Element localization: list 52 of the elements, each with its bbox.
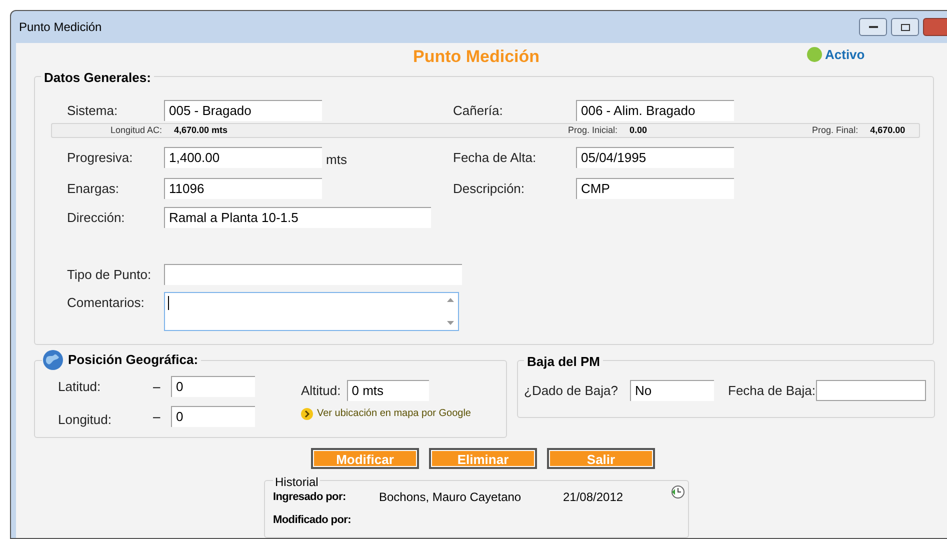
field-label: Progresiva: xyxy=(67,148,134,167)
entry-date: 21/08/2012 xyxy=(563,489,624,506)
sign-label: – xyxy=(153,408,162,426)
field-label: Altitud: xyxy=(301,382,341,400)
history-icon[interactable] xyxy=(671,485,685,499)
input-field[interactable]: 0 xyxy=(171,406,255,427)
comments-field[interactable] xyxy=(164,292,459,331)
field-label: Fecha de Baja: xyxy=(728,382,816,400)
field-label: Longitud: xyxy=(58,410,112,429)
strip-label: Prog. Final: xyxy=(811,124,858,137)
field-label: Fecha de Alta: xyxy=(453,148,538,167)
field-label: Dirección: xyxy=(67,208,126,227)
field-label: Descripción: xyxy=(453,180,526,198)
input-field[interactable]: No xyxy=(630,380,714,401)
input-field[interactable]: 0 xyxy=(171,376,255,397)
input-field[interactable] xyxy=(164,264,462,285)
field-label: Ingresado por: xyxy=(273,490,347,505)
status-label: Activo xyxy=(825,46,865,64)
field-label: mts xyxy=(326,150,348,169)
input-field[interactable]: 11096 xyxy=(164,178,322,199)
input-field[interactable]: 006 - Alim. Bragado xyxy=(576,100,734,121)
input-field[interactable]: 1,400.00 xyxy=(164,147,322,168)
sign-label: – xyxy=(153,378,162,396)
group-title: Posición Geográfica: xyxy=(68,351,198,370)
strip-value: 4,670.00 mts xyxy=(174,124,228,137)
input-field[interactable]: 05/04/1995 xyxy=(576,147,734,168)
field-label: Modificado por: xyxy=(273,513,352,528)
field-label: Cañería: xyxy=(453,102,504,120)
window-title: Punto Medición xyxy=(19,19,102,36)
user-name: Bochons, Mauro Cayetano xyxy=(379,489,522,506)
field-label: Tipo de Punto: xyxy=(67,266,152,284)
maximize-button[interactable] xyxy=(891,18,919,36)
field-label: ¿Dado de Baja? xyxy=(524,382,619,400)
strip-label: Longitud AC: xyxy=(109,124,162,137)
scroll-up-icon[interactable] xyxy=(446,298,454,302)
input-field[interactable]: Ramal a Planta 10-1.5 xyxy=(164,207,431,228)
strip-label: Prog. Inicial: xyxy=(567,124,618,137)
input-field[interactable] xyxy=(816,380,926,401)
field-label: Sistema: xyxy=(67,102,119,120)
field-label: Comentarios: xyxy=(67,294,146,312)
globe-icon xyxy=(42,349,64,371)
input-field[interactable]: CMP xyxy=(576,178,734,199)
minimize-button[interactable] xyxy=(859,18,887,36)
input-field[interactable]: 005 - Bragado xyxy=(164,100,322,121)
strip-value: 4,670.00 xyxy=(870,124,906,137)
map-link[interactable]: Ver ubicación en mapa por Google xyxy=(317,406,471,421)
field-label: Enargas: xyxy=(67,180,120,198)
field-label: Latitud: xyxy=(58,378,102,396)
input-field[interactable]: 0 mts xyxy=(346,380,429,401)
form-title: Punto Medición xyxy=(413,46,540,68)
strip-value: 0.00 xyxy=(630,124,648,137)
scroll-down-icon[interactable] xyxy=(446,321,454,325)
